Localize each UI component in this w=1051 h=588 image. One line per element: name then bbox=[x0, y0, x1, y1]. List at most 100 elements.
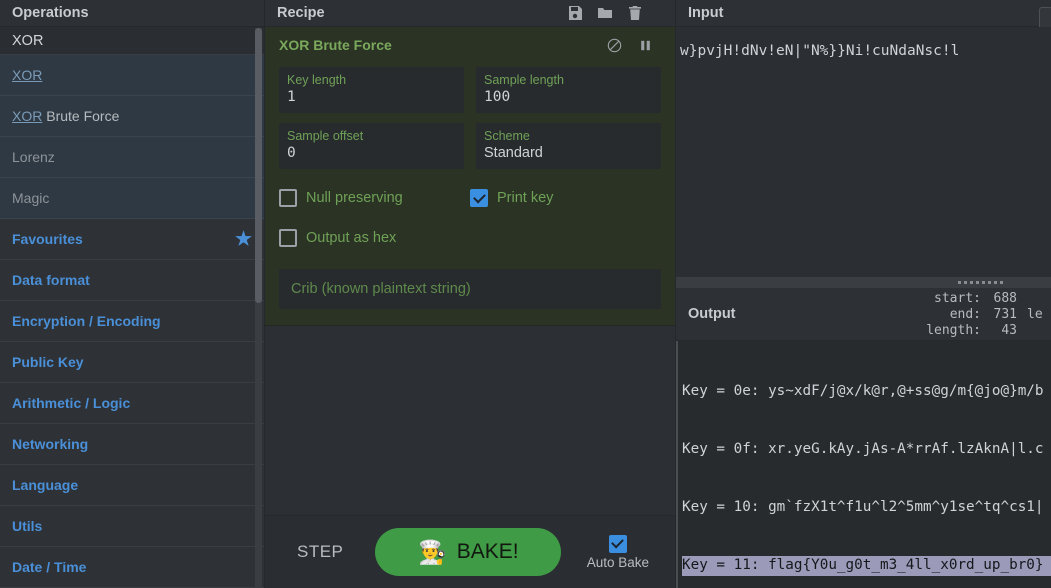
output-selection-stats: start: 688 end: 731 length: 43 bbox=[926, 291, 1017, 339]
arg-key-length-value[interactable]: 1 bbox=[287, 88, 456, 107]
operation-result-xor-match: XOR bbox=[12, 67, 42, 83]
output-stats-truncated: le bbox=[1027, 307, 1049, 322]
output-title: Output bbox=[676, 288, 736, 322]
save-icon[interactable] bbox=[567, 5, 583, 21]
output-stat-length-value: 43 bbox=[987, 323, 1017, 339]
output-line: Key = 0e: ys~xdF/j@x/k@r,@+ss@g/m{@jo@}m… bbox=[682, 382, 1051, 401]
category-utils-label: Utils bbox=[12, 506, 42, 547]
input-title-bar: Input bbox=[676, 0, 1051, 27]
arg-scheme[interactable]: Scheme Standard bbox=[476, 123, 661, 169]
operations-panel: Operations XOR XOR Brute Force Lorenz Ma… bbox=[0, 0, 265, 588]
category-data-format-label: Data format bbox=[12, 260, 90, 301]
operation-result-xorbf-match: XOR bbox=[12, 108, 42, 124]
category-encryption-encoding[interactable]: Encryption / Encoding bbox=[0, 301, 264, 342]
checkbox-output-as-hex-label: Output as hex bbox=[306, 230, 396, 246]
operation-result-xor-brute-force[interactable]: XOR Brute Force bbox=[0, 96, 264, 137]
checkbox-output-as-hex[interactable]: Output as hex bbox=[279, 229, 474, 247]
operation-result-lorenz[interactable]: Lorenz bbox=[0, 137, 264, 178]
recipe-operation-args: Key length 1 Sample length 100 Sample of… bbox=[279, 67, 661, 169]
category-utils[interactable]: Utils bbox=[0, 506, 264, 547]
output-text[interactable]: Key = 0e: ys~xdF/j@x/k@r,@+ss@g/m{@jo@}m… bbox=[676, 341, 1051, 588]
output-stat-length: length: 43 bbox=[926, 323, 1017, 339]
checkbox-print-key[interactable]: Print key bbox=[470, 189, 661, 207]
recipe-title-bar: Recipe bbox=[265, 0, 675, 27]
output-pane: Output start: 688 end: 731 length: 43 bbox=[676, 288, 1051, 588]
recipe-operation-checkboxes: Null preserving Print key Output as hex bbox=[279, 189, 661, 247]
output-line: Key = 10: gm`fzX1t^f1u^l2^5mm^y1se^tq^cs… bbox=[682, 498, 1051, 517]
category-public-key-label: Public Key bbox=[12, 342, 84, 383]
operations-title-bar: Operations bbox=[0, 0, 264, 27]
recipe-title: Recipe bbox=[277, 0, 325, 27]
category-language[interactable]: Language bbox=[0, 465, 264, 506]
arg-sample-length-label: Sample length bbox=[484, 72, 653, 88]
arg-sample-length-value[interactable]: 100 bbox=[484, 88, 653, 107]
operations-list[interactable]: XOR XOR Brute Force Lorenz Magic Favouri… bbox=[0, 55, 264, 588]
category-networking[interactable]: Networking bbox=[0, 424, 264, 465]
output-line: Key = 0f: xr.yeG.kAy.jAs-A*rrAf.lzAknA|l… bbox=[682, 440, 1051, 459]
recipe-operation-icons bbox=[607, 38, 661, 53]
category-date-time[interactable]: Date / Time bbox=[0, 547, 264, 588]
disable-icon[interactable] bbox=[607, 38, 622, 53]
bake-button[interactable]: 👨‍🍳 BAKE! bbox=[375, 528, 561, 576]
output-stat-end: end: 731 bbox=[926, 307, 1017, 323]
recipe-title-icons bbox=[567, 5, 663, 21]
arg-sample-offset-label: Sample offset bbox=[287, 128, 456, 144]
auto-bake-toggle[interactable]: Auto Bake bbox=[587, 535, 657, 570]
step-button[interactable]: STEP bbox=[283, 536, 357, 568]
trash-icon[interactable] bbox=[627, 5, 643, 21]
category-encryption-encoding-label: Encryption / Encoding bbox=[12, 301, 161, 342]
recipe-operation-title: XOR Brute Force bbox=[279, 37, 392, 53]
checkbox-null-preserving[interactable]: Null preserving bbox=[279, 189, 470, 207]
input-tab-corner[interactable] bbox=[1039, 7, 1051, 27]
search-input[interactable] bbox=[0, 27, 264, 55]
checkbox-print-key-label: Print key bbox=[497, 190, 553, 206]
io-splitter[interactable] bbox=[676, 277, 1051, 288]
output-stat-start-value: 688 bbox=[987, 291, 1017, 307]
operation-result-magic-label: Magic bbox=[12, 190, 49, 206]
output-line-highlighted: Key = 11: flag{Y0u_g0t_m3_4ll_x0rd_up_br… bbox=[682, 556, 1051, 575]
operations-title: Operations bbox=[12, 0, 89, 27]
arg-sample-offset-value[interactable]: 0 bbox=[287, 144, 456, 163]
arg-key-length-label: Key length bbox=[287, 72, 456, 88]
recipe-operation-header: XOR Brute Force bbox=[279, 37, 661, 53]
checkbox-null-preserving-label: Null preserving bbox=[306, 190, 403, 206]
arg-sample-offset[interactable]: Sample offset 0 bbox=[279, 123, 464, 169]
chef-icon: 👨‍🍳 bbox=[418, 541, 447, 564]
category-public-key[interactable]: Public Key bbox=[0, 342, 264, 383]
category-favourites[interactable]: Favourites ★ bbox=[0, 219, 264, 260]
bake-button-label: BAKE! bbox=[457, 540, 519, 564]
checkbox-output-as-hex-box[interactable] bbox=[279, 229, 297, 247]
arg-key-length[interactable]: Key length 1 bbox=[279, 67, 464, 113]
operation-result-lorenz-label: Lorenz bbox=[12, 149, 55, 165]
star-icon: ★ bbox=[235, 230, 252, 249]
category-arithmetic-logic-label: Arithmetic / Logic bbox=[12, 383, 130, 424]
operation-result-magic[interactable]: Magic bbox=[0, 178, 264, 219]
operations-search-wrapper bbox=[0, 27, 264, 55]
category-networking-label: Networking bbox=[12, 424, 88, 465]
folder-icon[interactable] bbox=[597, 5, 613, 21]
pause-icon[interactable] bbox=[638, 38, 653, 53]
operation-result-xorbf-rest: Brute Force bbox=[42, 108, 119, 124]
arg-sample-length[interactable]: Sample length 100 bbox=[476, 67, 661, 113]
input-textarea[interactable]: w}pvjH!dNv!eN|"N%}}Ni!cuNdaNsc!l bbox=[676, 27, 1051, 277]
recipe-controls-bar: STEP 👨‍🍳 BAKE! Auto Bake bbox=[265, 515, 675, 588]
recipe-operation-xor-brute-force[interactable]: XOR Brute Force Key leng bbox=[265, 27, 675, 326]
crib-input[interactable]: Crib (known plaintext string) bbox=[279, 269, 661, 309]
checkbox-print-key-box[interactable] bbox=[470, 189, 488, 207]
arg-scheme-value[interactable]: Standard bbox=[484, 144, 653, 163]
output-stat-end-value: 731 bbox=[987, 307, 1017, 323]
checkbox-row-1: Null preserving Print key bbox=[279, 189, 661, 207]
auto-bake-checkbox[interactable] bbox=[609, 535, 627, 553]
recipe-operations-list[interactable]: XOR Brute Force Key leng bbox=[265, 27, 675, 515]
category-arithmetic-logic[interactable]: Arithmetic / Logic bbox=[0, 383, 264, 424]
checkbox-null-preserving-box[interactable] bbox=[279, 189, 297, 207]
operations-scrollbar-thumb[interactable] bbox=[255, 28, 262, 303]
auto-bake-label: Auto Bake bbox=[587, 555, 649, 570]
operation-result-xor[interactable]: XOR bbox=[0, 55, 264, 96]
arg-scheme-label: Scheme bbox=[484, 128, 653, 144]
category-language-label: Language bbox=[12, 465, 78, 506]
output-stat-start: start: 688 bbox=[926, 291, 1017, 307]
category-date-time-label: Date / Time bbox=[12, 547, 86, 588]
input-title: Input bbox=[688, 5, 723, 21]
category-data-format[interactable]: Data format bbox=[0, 260, 264, 301]
